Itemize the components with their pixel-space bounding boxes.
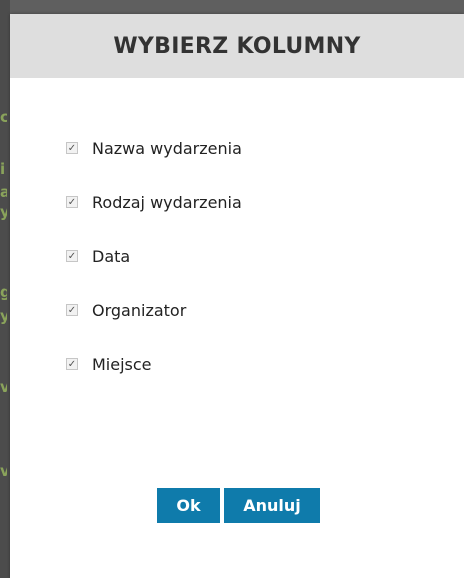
checked-checkbox-icon[interactable]: ✓	[66, 196, 78, 208]
column-option-event-name[interactable]: ✓ Nazwa wydarzenia	[66, 121, 242, 175]
dialog-header: WYBIERZ KOLUMNY	[10, 14, 464, 78]
column-option-label: Organizator	[92, 300, 187, 320]
choose-columns-dialog: WYBIERZ KOLUMNY ✓ Nazwa wydarzenia ✓ Rod…	[10, 14, 464, 578]
checked-checkbox-icon[interactable]: ✓	[66, 250, 78, 262]
column-option-label: Nazwa wydarzenia	[92, 138, 242, 158]
checked-checkbox-icon[interactable]: ✓	[66, 304, 78, 316]
background-text-fragment: g	[0, 283, 7, 301]
background-text-fragment: v	[0, 378, 7, 396]
dialog-title: WYBIERZ KOLUMNY	[113, 33, 361, 59]
column-option-label: Data	[92, 246, 131, 266]
dialog-actions: Ok Anuluj	[157, 488, 320, 523]
column-option-label: Miejsce	[92, 354, 152, 374]
column-option-place[interactable]: ✓ Miejsce	[66, 337, 242, 391]
ok-button[interactable]: Ok	[157, 488, 220, 523]
checked-checkbox-icon[interactable]: ✓	[66, 142, 78, 154]
column-options-list: ✓ Nazwa wydarzenia ✓ Rodzaj wydarzenia ✓…	[66, 121, 242, 391]
background-text-fragment: c	[0, 108, 7, 126]
column-option-date[interactable]: ✓ Data	[66, 229, 242, 283]
background-text-fragment: v	[0, 462, 7, 480]
background-page: c i a y g y v v	[0, 0, 10, 578]
column-option-label: Rodzaj wydarzenia	[92, 192, 242, 212]
background-text-fragment: y	[0, 203, 7, 221]
column-option-event-type[interactable]: ✓ Rodzaj wydarzenia	[66, 175, 242, 229]
checked-checkbox-icon[interactable]: ✓	[66, 358, 78, 370]
background-text-fragment: y	[0, 307, 7, 325]
column-option-organizer[interactable]: ✓ Organizator	[66, 283, 242, 337]
background-text-fragment: a	[0, 183, 7, 201]
cancel-button[interactable]: Anuluj	[224, 488, 320, 523]
background-text-fragment: i	[0, 160, 6, 178]
